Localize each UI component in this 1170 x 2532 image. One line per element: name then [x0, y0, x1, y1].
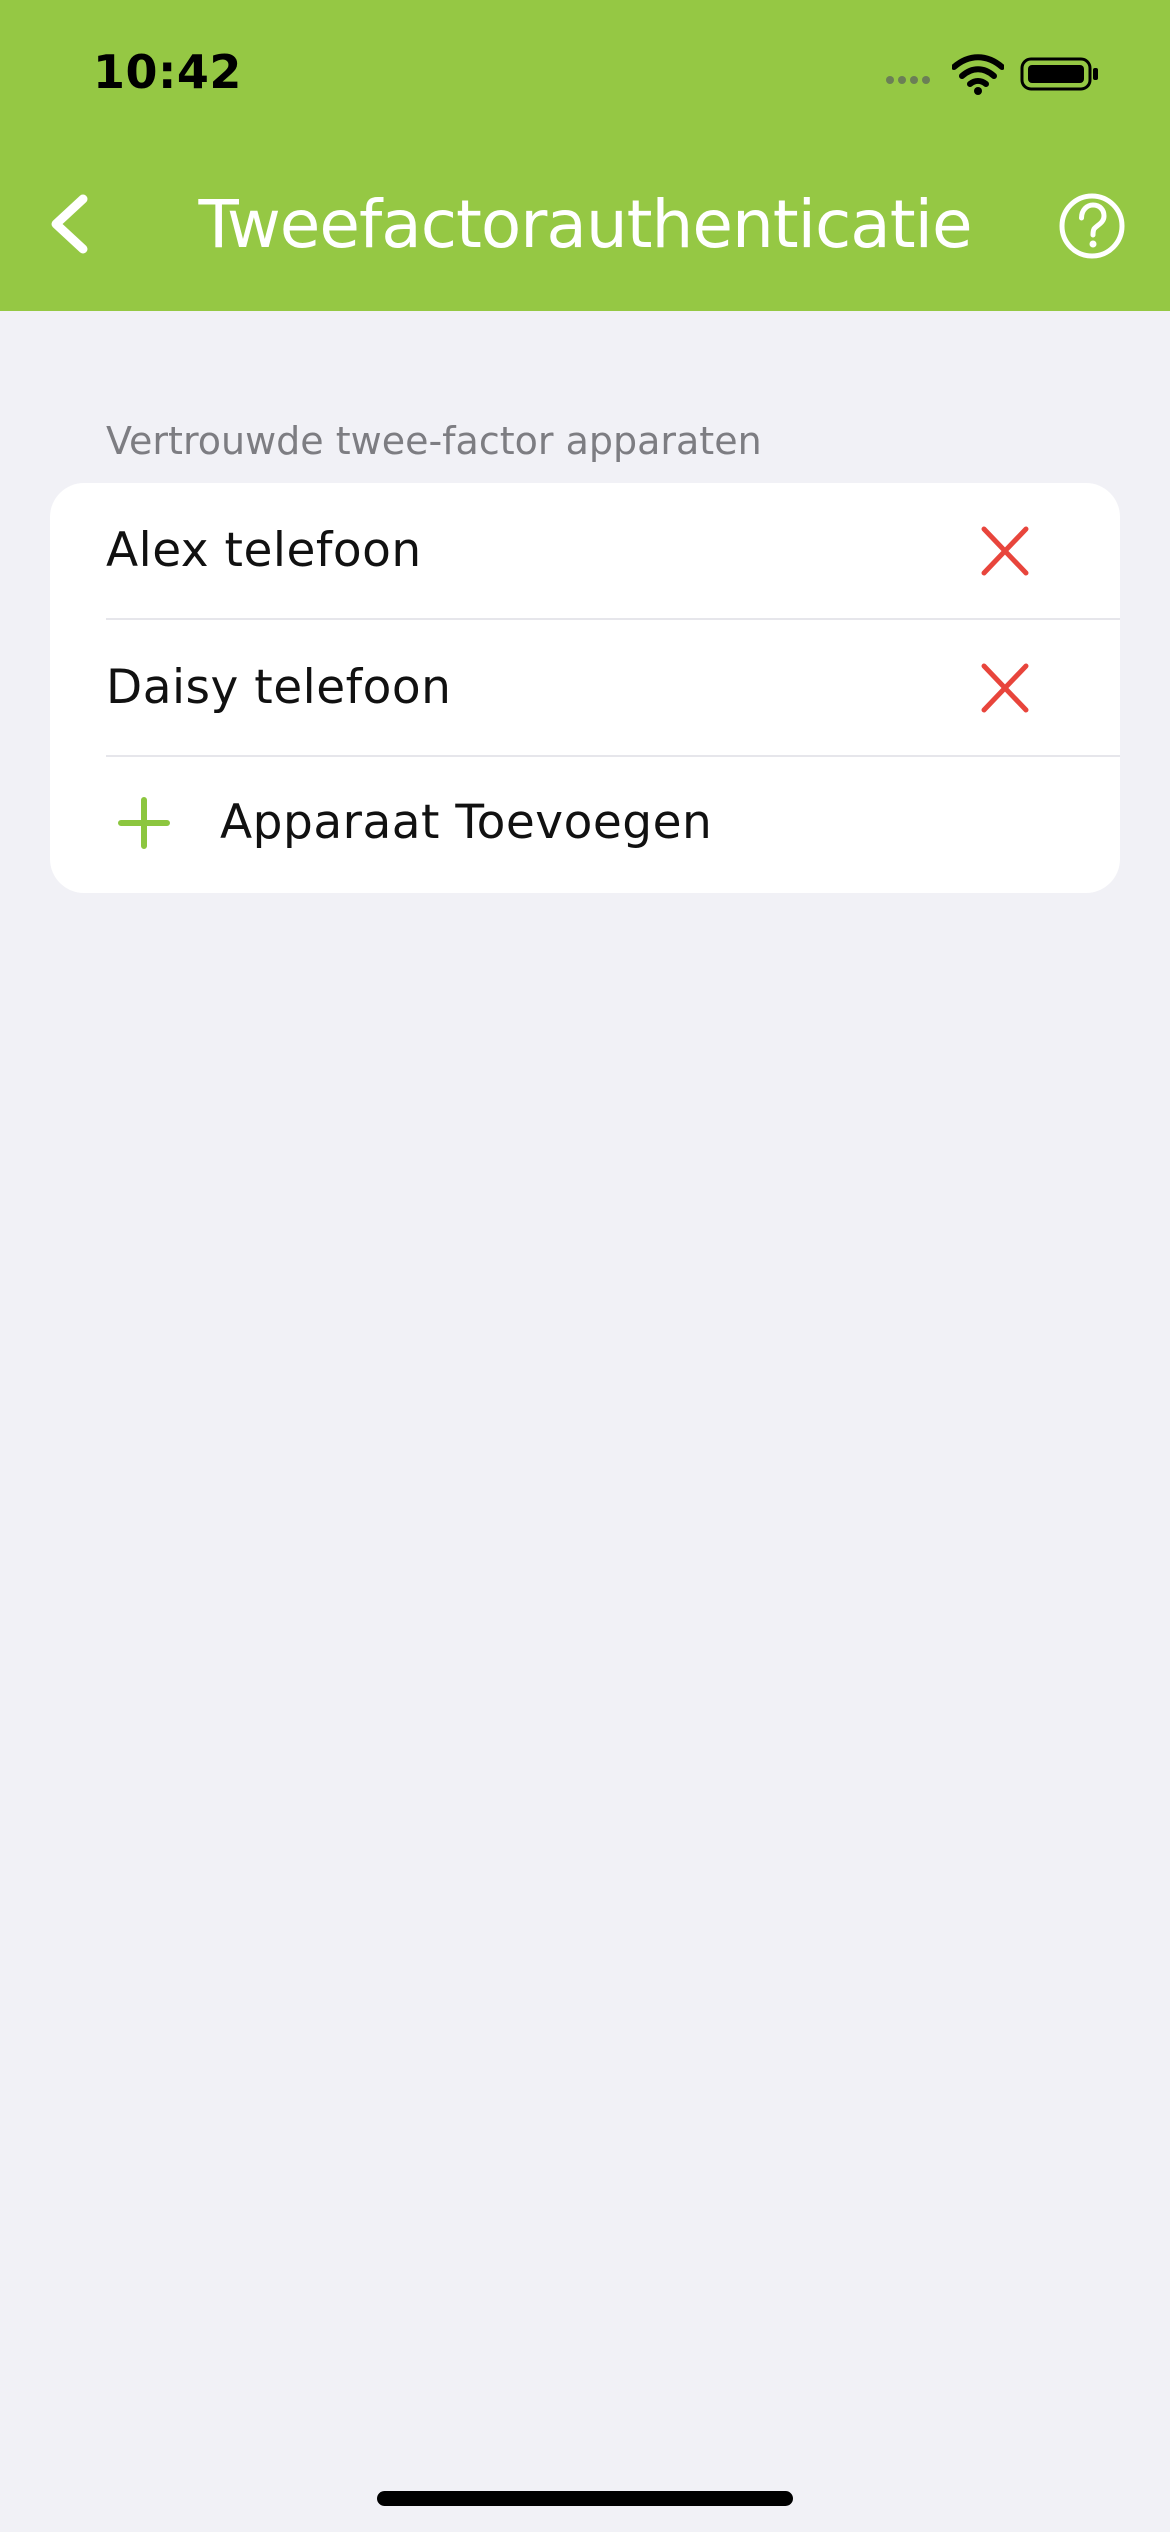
device-name: Daisy telefoon — [106, 660, 452, 715]
status-time: 10:42 — [93, 45, 242, 99]
question-circle-icon[interactable] — [1058, 192, 1126, 260]
add-device-label: Apparaat Toevoegen — [220, 795, 713, 850]
app-header: 10:42 Tweefactorauthenticatie — [0, 0, 1170, 311]
device-row: Alex telefoon — [50, 483, 1120, 619]
page-title: Tweefactorauthenticatie — [198, 186, 972, 263]
device-row: Daisy telefoon — [50, 620, 1120, 756]
section-title: Vertrouwde twee-factor apparaten — [106, 419, 762, 463]
plus-icon — [118, 797, 170, 849]
battery-icon — [1020, 57, 1098, 91]
close-icon[interactable] — [975, 526, 1035, 576]
device-name: Alex telefoon — [106, 523, 422, 578]
back-chevron-icon[interactable] — [40, 179, 110, 269]
cellular-signal-icon — [886, 76, 930, 84]
wifi-icon — [952, 54, 1004, 95]
trusted-devices-card: Alex telefoon Daisy telefoon Apparaat To… — [50, 483, 1120, 893]
two-factor-screen: 10:42 Tweefactorauthenticatie Vertrouwde… — [0, 0, 1170, 2532]
add-device-button[interactable]: Apparaat Toevoegen — [50, 757, 1120, 893]
status-icons — [884, 52, 1114, 96]
home-indicator — [377, 2491, 793, 2506]
close-icon[interactable] — [975, 663, 1035, 713]
